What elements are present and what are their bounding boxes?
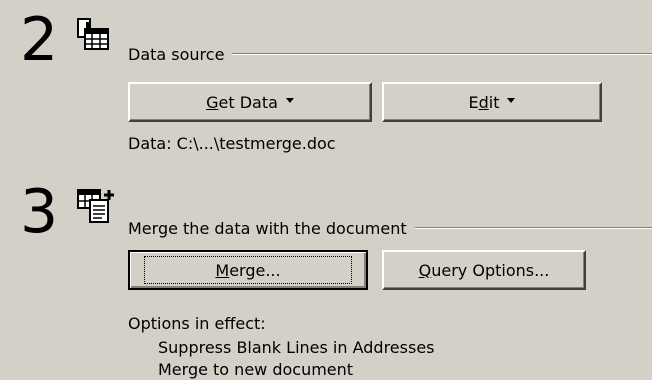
merge-table-document-icon xyxy=(76,188,116,228)
merge-divider xyxy=(414,227,652,229)
edit-label-pre: E xyxy=(468,92,479,112)
data-source-title: Data source xyxy=(128,44,225,64)
edit-label: it xyxy=(488,92,500,112)
merge-group-header: Merge the data with the document xyxy=(128,216,652,240)
merge-button[interactable]: Merge... xyxy=(128,250,368,290)
merge-mnemonic: M xyxy=(215,260,230,280)
query-options-button[interactable]: Query Options... xyxy=(382,250,586,290)
data-source-divider xyxy=(232,53,652,55)
option-item: Suppress Blank Lines in Addresses xyxy=(158,338,435,357)
data-source-table-icon xyxy=(76,18,110,54)
option-item: Merge to new document xyxy=(158,360,354,379)
step-3-number: 3 xyxy=(20,177,59,247)
query-options-label: uery Options... xyxy=(431,260,550,280)
edit-mnemonic: d xyxy=(478,92,489,112)
get-data-label: et Data xyxy=(218,92,278,112)
edit-button[interactable]: Ed it xyxy=(382,82,602,122)
data-source-group-header: Data source xyxy=(128,42,652,66)
options-in-effect-header: Options in effect: xyxy=(128,314,266,333)
data-source-path: Data: C:\...\testmerge.doc xyxy=(128,134,336,153)
step-2-number: 2 xyxy=(20,5,59,75)
dropdown-arrow-icon xyxy=(507,97,516,103)
get-data-mnemonic: G xyxy=(206,92,219,112)
merge-title: Merge the data with the document xyxy=(128,218,407,238)
merge-label: erge... xyxy=(229,260,281,280)
get-data-button[interactable]: Get Data xyxy=(128,82,372,122)
query-options-mnemonic: Q xyxy=(418,260,432,280)
dropdown-arrow-icon xyxy=(285,97,294,103)
